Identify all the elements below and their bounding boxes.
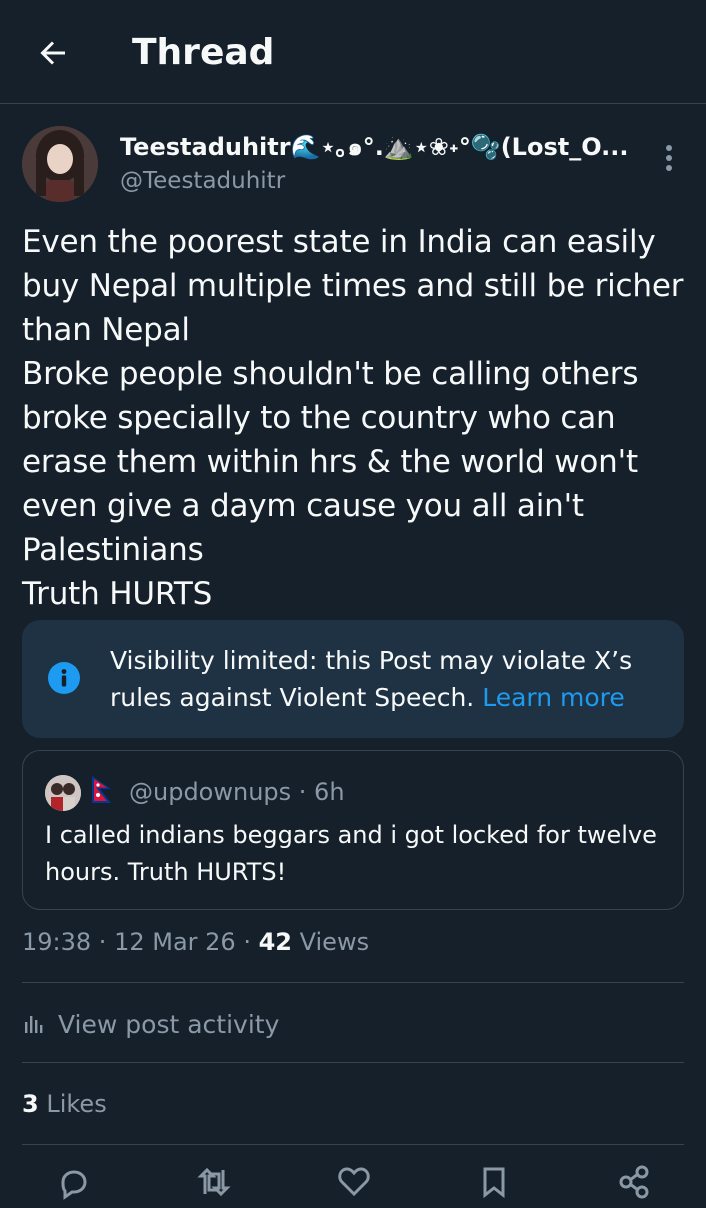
- like-button[interactable]: [332, 1164, 376, 1208]
- post-meta: 19:38 · 12 Mar 26 · 42 Views: [22, 928, 370, 956]
- more-options-button[interactable]: [656, 140, 682, 176]
- notice-text: Visibility limited: this Post may violat…: [110, 642, 670, 716]
- nepal-flag-icon: [92, 776, 111, 803]
- analytics-icon: [25, 1016, 43, 1033]
- view-post-activity-button[interactable]: View post activity: [22, 1004, 279, 1044]
- author-display-name[interactable]: Teestaduhitr🌊⋆｡๑°.⛰️⋆❀˖°🫧(Lost_O...: [120, 132, 640, 162]
- bookmark-button[interactable]: [472, 1164, 516, 1208]
- divider: [22, 1144, 684, 1145]
- post-time[interactable]: 19:38: [22, 928, 91, 956]
- author-handle[interactable]: @Teestaduhitr: [120, 166, 285, 196]
- bookmark-icon: [483, 1167, 505, 1199]
- post-text: Even the poorest state in India can easi…: [22, 224, 684, 612]
- share-button[interactable]: [612, 1164, 656, 1208]
- likes-count[interactable]: 3 Likes: [22, 1086, 107, 1122]
- avatar[interactable]: [22, 126, 98, 202]
- likes-label: Likes: [46, 1090, 107, 1118]
- info-icon: [48, 662, 80, 694]
- repost-button[interactable]: [192, 1164, 236, 1208]
- quoted-handle[interactable]: @updownups: [129, 778, 291, 806]
- quoted-handle-line: @updownups · 6h: [129, 775, 345, 809]
- divider: [22, 1062, 684, 1063]
- views-count: 42: [258, 928, 292, 956]
- top-bar: Thread: [0, 0, 706, 104]
- arrow-left-icon: [40, 41, 65, 65]
- likes-number: 3: [22, 1090, 39, 1118]
- quoted-post[interactable]: @updownups · 6h I called indians beggars…: [22, 750, 684, 910]
- divider: [22, 982, 684, 983]
- quoted-text: I called indians beggars and i got locke…: [45, 821, 657, 886]
- reply-icon: [61, 1170, 87, 1200]
- more-vertical-icon: [666, 145, 672, 171]
- quoted-avatar: [45, 775, 81, 811]
- visibility-notice: Visibility limited: this Post may violat…: [22, 620, 684, 738]
- learn-more-link[interactable]: Learn more: [482, 683, 625, 712]
- quoted-time: · 6h: [298, 778, 345, 806]
- repost-icon: [197, 1167, 231, 1197]
- views-label: Views: [299, 928, 370, 956]
- back-button[interactable]: [30, 30, 76, 76]
- post-date[interactable]: 12 Mar 26: [114, 928, 236, 956]
- activity-label: View post activity: [58, 1009, 280, 1039]
- reply-button[interactable]: [52, 1164, 96, 1208]
- page-title: Thread: [132, 32, 275, 73]
- share-icon: [619, 1165, 649, 1199]
- heart-icon: [338, 1167, 370, 1197]
